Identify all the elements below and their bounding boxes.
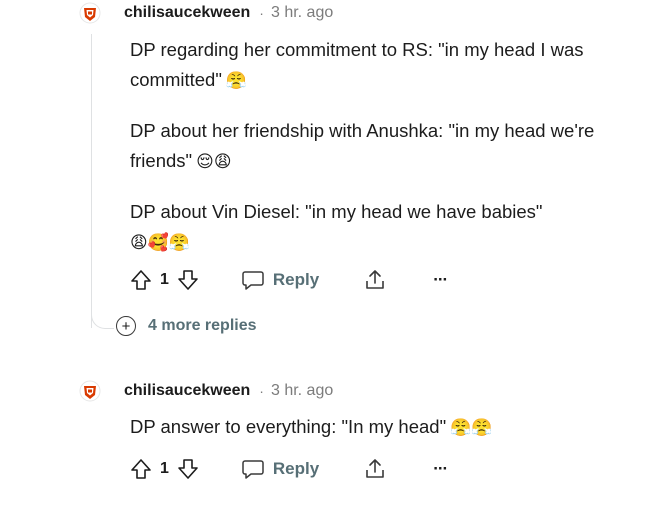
comment-body: DP answer to everything: "In my head" 😤😤 bbox=[130, 412, 620, 443]
more-replies-label: 4 more replies bbox=[148, 317, 257, 334]
emoji: 😩🥰😤 bbox=[130, 233, 191, 253]
upvote-icon[interactable] bbox=[130, 457, 152, 481]
emoji: 😤 bbox=[225, 71, 248, 91]
author-name[interactable]: chilisaucekween bbox=[124, 4, 250, 22]
comment-paragraph: DP answer to everything: "In my head" 😤😤 bbox=[130, 412, 620, 443]
paragraph-text: DP about Vin Diesel: "in my head we have… bbox=[130, 201, 543, 222]
paragraph-text: DP regarding her commitment to RS: "in m… bbox=[130, 39, 584, 90]
comment-header: chilisaucekween · 3 hr. ago bbox=[124, 382, 333, 400]
timestamp[interactable]: 3 hr. ago bbox=[271, 4, 333, 22]
reply-label: Reply bbox=[272, 270, 320, 289]
comment-bubble-icon bbox=[242, 271, 264, 290]
downvote-icon[interactable] bbox=[177, 268, 199, 292]
more-replies-button[interactable]: + 4 more replies bbox=[116, 316, 257, 336]
vote-group: 1 bbox=[130, 268, 199, 292]
separator-dot: · bbox=[259, 383, 264, 399]
reply-label: Reply bbox=[272, 459, 320, 478]
reply-button[interactable]: Reply bbox=[241, 269, 319, 291]
comment-bubble-icon bbox=[242, 460, 264, 479]
vote-group: 1 bbox=[130, 457, 199, 481]
more-options-button[interactable]: ··· bbox=[433, 270, 448, 290]
vote-count: 1 bbox=[160, 271, 169, 288]
upvote-icon[interactable] bbox=[130, 268, 152, 292]
comment-actions: 1 Reply ··· bbox=[130, 268, 448, 292]
share-icon[interactable] bbox=[363, 268, 387, 292]
paragraph-text: DP answer to everything: "In my head" bbox=[130, 416, 447, 437]
more-options-button[interactable]: ··· bbox=[433, 459, 448, 479]
vote-count: 1 bbox=[160, 460, 169, 477]
timestamp[interactable]: 3 hr. ago bbox=[271, 382, 333, 400]
plus-icon: + bbox=[116, 316, 136, 336]
comment-paragraph: DP about her friendship with Anushka: "i… bbox=[130, 116, 620, 177]
comment-paragraph: DP regarding her commitment to RS: "in m… bbox=[130, 35, 620, 96]
downvote-icon[interactable] bbox=[177, 457, 199, 481]
reply-button[interactable]: Reply bbox=[241, 458, 319, 480]
comment-header: chilisaucekween · 3 hr. ago bbox=[124, 4, 333, 22]
comment-body: DP regarding her commitment to RS: "in m… bbox=[130, 35, 620, 258]
thread-curve bbox=[91, 306, 114, 329]
emoji: 😤😤 bbox=[450, 418, 493, 438]
share-icon[interactable] bbox=[363, 457, 387, 481]
thread-line bbox=[91, 34, 92, 328]
author-name[interactable]: chilisaucekween bbox=[124, 382, 250, 400]
avatar-icon[interactable] bbox=[79, 2, 101, 24]
comment-paragraph: DP about Vin Diesel: "in my head we have… bbox=[130, 197, 620, 258]
emoji: 😌😩 bbox=[196, 152, 232, 172]
comment-actions: 1 Reply ··· bbox=[130, 457, 448, 481]
avatar-icon[interactable] bbox=[79, 380, 101, 402]
separator-dot: · bbox=[259, 5, 264, 21]
